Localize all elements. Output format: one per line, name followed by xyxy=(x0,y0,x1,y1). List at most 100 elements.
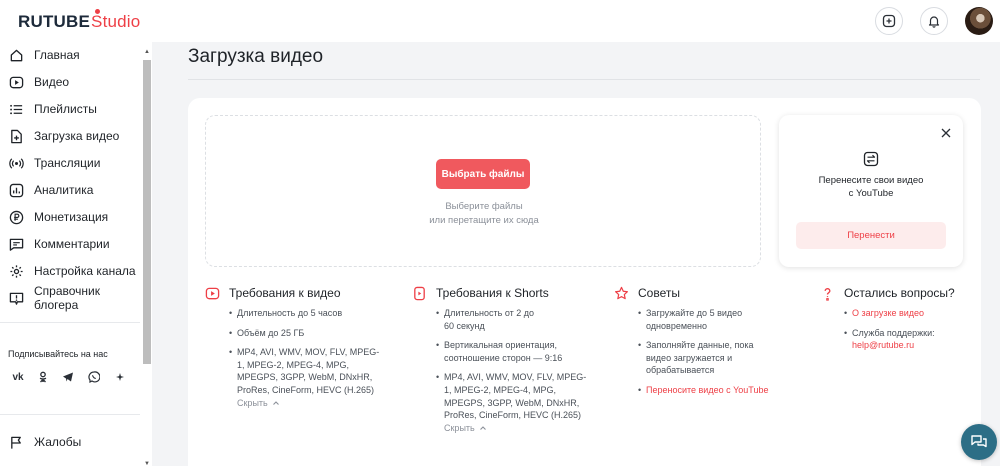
video-requirements-column: Требования к видео Длительность до 5 час… xyxy=(205,284,385,408)
sidebar-item-label: Загрузка видео xyxy=(34,129,120,143)
collapse-toggle[interactable]: Скрыть xyxy=(444,423,592,433)
sidebar-item-monetization[interactable]: Монетизация xyxy=(0,204,145,230)
support-email-link[interactable]: help@rutube.ru xyxy=(852,340,914,350)
logo-studio: Studio xyxy=(91,12,141,31)
sidebar-item-home[interactable]: Главная xyxy=(0,42,145,68)
ok-link[interactable] xyxy=(33,367,53,387)
questions-heading: Остались вопросы? xyxy=(820,284,1000,302)
list-icon xyxy=(10,104,23,114)
questions-column: Остались вопросы? О загрузке видео Служб… xyxy=(820,284,1000,359)
collapse-label: Скрыть xyxy=(237,397,268,408)
close-icon[interactable] xyxy=(939,126,953,140)
sidebar-divider xyxy=(0,414,140,415)
bell-icon xyxy=(928,16,940,28)
sidebar-item-broadcasts[interactable]: Трансляции xyxy=(0,150,145,176)
transfer-from-youtube-link[interactable]: Переносите видео с YouTube xyxy=(638,384,794,397)
user-avatar[interactable] xyxy=(965,7,993,35)
sidebar-item-label: Монетизация xyxy=(34,210,109,224)
sidebar-item-blogger-guide[interactable]: Справочник блогера xyxy=(0,284,145,312)
file-dropzone[interactable]: Выбрать файлы Выберите файлы или перетащ… xyxy=(205,115,761,267)
youtube-transfer-card: Перенесите свои видео с YouTube Перенест… xyxy=(779,115,963,267)
telegram-link[interactable] xyxy=(58,367,78,387)
youtube-transfer-text: Перенесите свои видео с YouTube xyxy=(779,174,963,200)
broadcast-icon xyxy=(9,157,24,169)
chevron-up-icon xyxy=(272,400,279,405)
sidebar-item-label: Комментарии xyxy=(34,237,110,251)
star-icon xyxy=(614,286,629,299)
list-item: Длительность от 2 до 60 секунд xyxy=(436,307,546,332)
sidebar: Главная Видео Плейлисты Загрузка видео Т… xyxy=(0,42,152,466)
add-content-button[interactable] xyxy=(875,7,903,35)
scroll-thumb[interactable] xyxy=(143,60,151,364)
notifications-button[interactable] xyxy=(920,7,948,35)
chevron-up-icon xyxy=(479,425,486,430)
collapse-toggle[interactable]: Скрыть xyxy=(237,398,385,408)
support-item: Служба поддержки: help@rutube.ru xyxy=(844,327,1000,352)
column-title: Остались вопросы? xyxy=(844,286,955,300)
viber-link[interactable] xyxy=(84,367,104,387)
transfer-button[interactable]: Перенести xyxy=(796,222,946,249)
dropzone-hint-line1: Выберите файлы xyxy=(445,201,523,212)
sidebar-item-comments[interactable]: Комментарии xyxy=(0,231,145,257)
sidebar-item-label: Настройка канала xyxy=(34,264,136,278)
rutube-studio-logo[interactable]: RUTUBEStudio xyxy=(18,9,141,32)
video-play-icon xyxy=(205,287,220,299)
youtube-transfer-text-line1: Перенесите свои видео xyxy=(818,175,924,186)
list-item: Заполняйте данные, пока видео загружаетс… xyxy=(638,339,770,377)
list-item: MP4, AVI, WMV, MOV, FLV, MPEG-1, MPEG-2,… xyxy=(229,346,385,396)
support-chat-button[interactable] xyxy=(961,424,997,460)
shorts-requirements-heading: Требования к Shorts xyxy=(412,284,592,302)
column-title: Требования к Shorts xyxy=(436,286,549,300)
upload-file-icon xyxy=(11,129,22,143)
column-title: Требования к видео xyxy=(229,286,341,300)
list-item: Загружайте до 5 видео одновременно xyxy=(638,307,764,332)
dropzone-hint-line2: или перетащите их сюда xyxy=(429,215,539,226)
sidebar-item-analytics[interactable]: Аналитика xyxy=(0,177,145,203)
shorts-requirements-column: Требования к Shorts Длительность от 2 до… xyxy=(412,284,592,433)
shorts-icon xyxy=(414,286,425,300)
sidebar-item-label: Главная xyxy=(34,48,80,62)
sidebar-scrollbar[interactable]: ▲ ▼ xyxy=(141,48,151,466)
chat-icon xyxy=(971,435,987,448)
sidebar-item-channel-settings[interactable]: Настройка канала xyxy=(0,258,145,284)
scroll-up-arrow-icon[interactable]: ▲ xyxy=(143,48,151,56)
vk-icon: vk xyxy=(12,371,24,383)
flag-icon xyxy=(11,436,21,449)
play-icon xyxy=(9,76,24,88)
analytics-icon xyxy=(9,183,24,197)
sidebar-item-label: Плейлисты xyxy=(34,102,97,116)
ruble-icon xyxy=(9,210,24,224)
title-divider xyxy=(188,79,980,80)
more-socials-button[interactable] xyxy=(110,367,130,387)
sidebar-item-complaints[interactable]: Жалобы xyxy=(0,429,145,455)
youtube-transfer-text-line2: с YouTube xyxy=(848,188,894,199)
logo-brand: RUTUBE xyxy=(18,12,91,31)
requirements-list: Длительность до 5 часов Объём до 25 ГБ M… xyxy=(229,307,385,397)
select-files-button[interactable]: Выбрать файлы xyxy=(436,159,530,189)
sidebar-item-video[interactable]: Видео xyxy=(0,69,145,95)
sidebar-item-playlists[interactable]: Плейлисты xyxy=(0,96,145,122)
gear-icon xyxy=(10,264,23,278)
page-title: Загрузка видео xyxy=(188,46,324,67)
logo-dot xyxy=(95,9,100,14)
upload-card: Выбрать файлы Выберите файлы или перетащ… xyxy=(188,98,981,466)
viber-icon xyxy=(88,371,100,383)
scroll-down-arrow-icon[interactable]: ▼ xyxy=(143,460,151,466)
list-item: Длительность до 5 часов xyxy=(229,307,385,320)
requirements-list: Длительность от 2 до 60 секунд Вертикаль… xyxy=(436,307,592,422)
about-upload-link[interactable]: О загрузке видео xyxy=(844,307,1000,320)
vk-link[interactable]: vk xyxy=(8,367,28,387)
info-icon xyxy=(9,292,24,305)
tips-column: Советы Загружайте до 5 видео одновременн… xyxy=(614,284,794,404)
more-icon xyxy=(116,373,124,381)
comment-icon xyxy=(9,238,24,251)
tips-heading: Советы xyxy=(614,284,794,302)
support-label: Служба поддержки: xyxy=(852,327,935,338)
video-requirements-heading: Требования к видео xyxy=(205,284,385,302)
subscribe-title: Подписывайтесь на нас xyxy=(8,349,108,359)
sidebar-item-label: Видео xyxy=(34,75,70,89)
sidebar-divider xyxy=(0,322,140,323)
sidebar-item-upload[interactable]: Загрузка видео xyxy=(0,123,145,149)
list-item: Вертикальная ориентация, соотношение сто… xyxy=(436,339,576,364)
ok-icon xyxy=(39,371,47,383)
